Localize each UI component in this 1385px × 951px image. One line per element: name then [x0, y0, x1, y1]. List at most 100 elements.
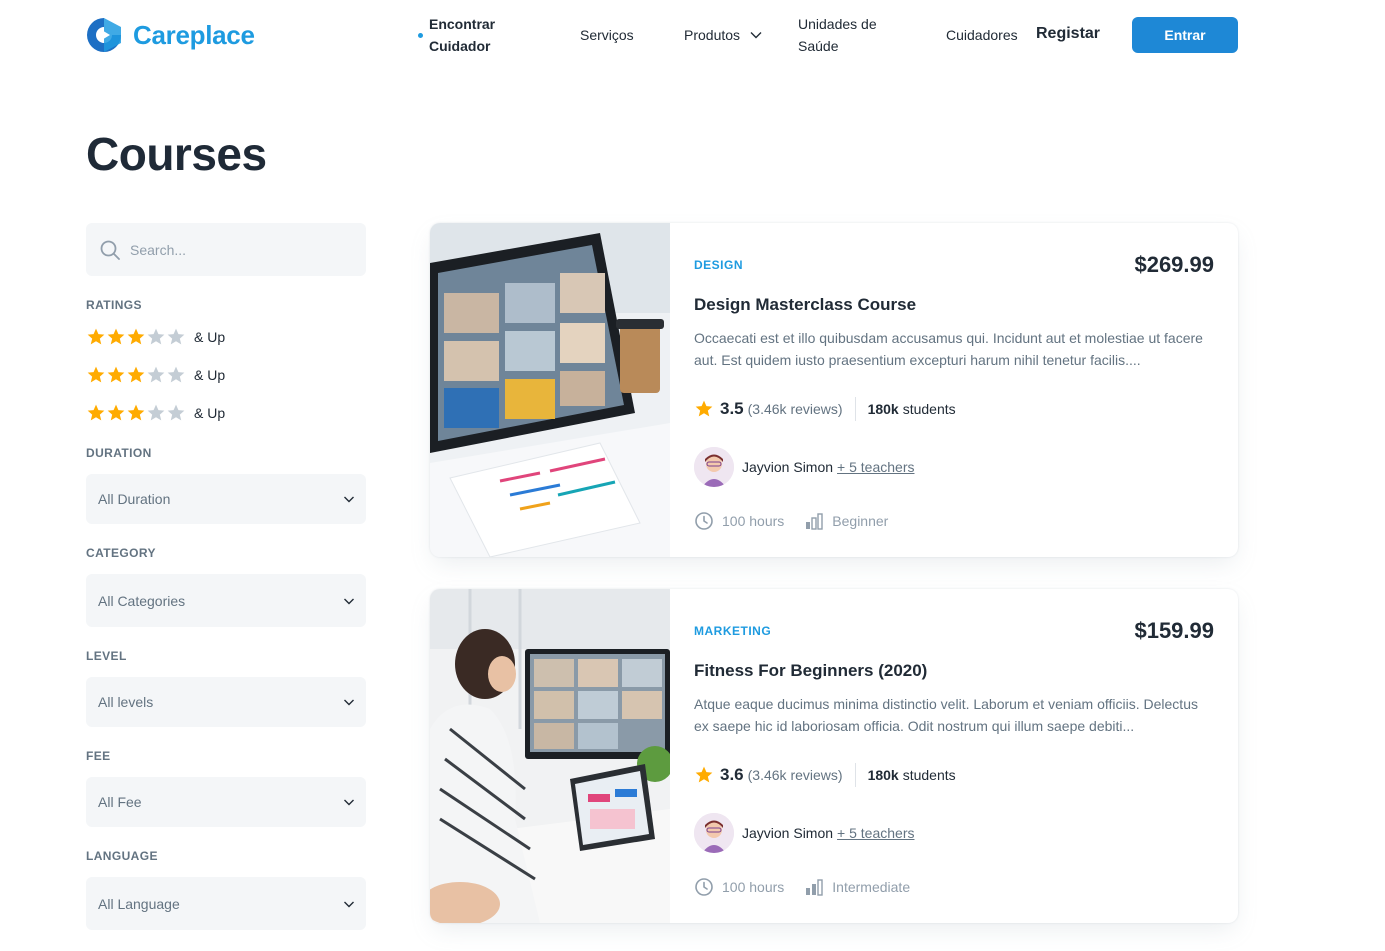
avatar — [694, 447, 734, 487]
star-filled-icon — [695, 400, 713, 417]
laptop-video-call-image — [430, 223, 670, 557]
level-select[interactable]: All levels — [86, 677, 366, 727]
star-empty-icon — [167, 366, 185, 383]
woman-video-meeting-image — [430, 589, 670, 923]
brand-logo[interactable]: Careplace — [86, 17, 255, 53]
chevron-down-icon — [344, 496, 354, 503]
star-empty-icon — [147, 404, 165, 421]
duration-select[interactable]: All Duration — [86, 474, 366, 524]
register-link[interactable]: Registar — [1036, 23, 1100, 45]
category-select[interactable]: All Categories — [86, 574, 366, 627]
level-bars-icon — [806, 879, 823, 896]
rating-filter-option[interactable]: & Up — [86, 403, 225, 423]
students-count: 180k — [867, 401, 899, 417]
language-select[interactable]: All Language — [86, 877, 366, 930]
category-label: CATEGORY — [86, 546, 156, 560]
level-bars-icon — [806, 513, 823, 530]
nav-produtos[interactable]: Produtos — [684, 24, 762, 46]
star-empty-icon — [167, 328, 185, 345]
course-thumbnail — [430, 223, 670, 557]
chevron-down-icon — [344, 799, 354, 806]
duration-label: DURATION — [86, 446, 152, 460]
chevron-down-icon — [344, 699, 354, 706]
course-hours: 100 hours — [722, 879, 785, 895]
careplace-logo-icon — [87, 18, 121, 52]
chevron-down-icon — [344, 901, 354, 907]
course-rating: 3.6 — [720, 765, 744, 784]
level-label: LEVEL — [86, 649, 127, 663]
course-card[interactable]: MARKETING $159.99 Fitness For Beginners … — [430, 589, 1238, 923]
course-card[interactable]: DESIGN $269.99 Design Masterclass Course… — [430, 223, 1238, 557]
stats-divider — [854, 397, 856, 421]
course-price: $269.99 — [1134, 252, 1214, 277]
star-filled-icon — [127, 328, 145, 345]
teacher-name: Jayvion Simon — [742, 459, 834, 475]
stats-divider — [854, 763, 856, 787]
brand-name: Careplace — [133, 19, 255, 50]
clock-icon — [695, 512, 713, 530]
course-meta: 100 hours Intermediate — [694, 877, 910, 897]
course-title[interactable]: Fitness For Beginners (2020) — [694, 661, 927, 681]
students-label: students — [902, 401, 956, 417]
level-select-value: All levels — [98, 694, 154, 710]
nav-unidades-de-saude[interactable]: Unidades de Saúde — [798, 13, 877, 57]
rating-filter-option[interactable]: & Up — [86, 365, 225, 385]
course-hours: 100 hours — [722, 513, 785, 529]
star-filled-icon — [695, 766, 713, 783]
fee-select[interactable]: All Fee — [86, 777, 366, 827]
course-stats: 3.6 (3.46k reviews) 180k students — [694, 763, 956, 787]
star-filled-icon — [107, 404, 125, 421]
more-teachers-link[interactable]: + 5 teachers — [837, 825, 914, 841]
site-header: Careplace Encontrar Cuidador Serviços Pr… — [0, 0, 1385, 70]
course-description: Atque eaque ducimus minima distinctio ve… — [694, 696, 1198, 734]
avatar — [694, 813, 734, 853]
course-thumbnail — [430, 589, 670, 923]
fee-label: FEE — [86, 749, 111, 763]
star-filled-icon — [87, 328, 105, 345]
course-price: $159.99 — [1134, 618, 1214, 643]
nav-encontrar-cuidador[interactable]: Encontrar Cuidador — [429, 13, 495, 57]
rating-suffix: & Up — [194, 367, 226, 383]
star-filled-icon — [127, 404, 145, 421]
page-title: Courses — [86, 128, 267, 180]
course-teacher: Jayvion Simon + 5 teachers — [694, 447, 914, 487]
clock-icon — [695, 878, 713, 896]
language-select-value: All Language — [98, 895, 180, 912]
course-stats: 3.5 (3.46k reviews) 180k students — [694, 397, 956, 421]
fee-select-value: All Fee — [98, 794, 142, 810]
course-rating: 3.5 — [720, 399, 744, 418]
chevron-down-icon — [344, 598, 354, 604]
students-label: students — [902, 767, 956, 783]
course-category: MARKETING — [694, 624, 772, 638]
students-count: 180k — [867, 767, 899, 783]
nav-produtos-label: Produtos — [684, 27, 741, 43]
course-reviews: (3.46k reviews) — [747, 401, 843, 417]
star-empty-icon — [167, 404, 185, 421]
active-nav-indicator — [418, 33, 423, 38]
course-title[interactable]: Design Masterclass Course — [694, 295, 916, 315]
category-select-value: All Categories — [98, 592, 186, 609]
nav-servicos[interactable]: Serviços — [580, 24, 634, 46]
course-reviews: (3.46k reviews) — [747, 767, 843, 783]
course-category: DESIGN — [694, 258, 744, 272]
search-input[interactable] — [130, 241, 350, 258]
course-description: Occaecati est et illo quibusdam accusamu… — [694, 330, 1203, 368]
rating-suffix: & Up — [194, 329, 226, 345]
star-empty-icon — [147, 328, 165, 345]
star-filled-icon — [127, 366, 145, 383]
login-button[interactable]: Entrar — [1132, 17, 1238, 53]
star-filled-icon — [107, 328, 125, 345]
language-label: LANGUAGE — [86, 849, 158, 863]
duration-select-value: All Duration — [98, 491, 171, 507]
star-empty-icon — [147, 366, 165, 383]
course-level: Intermediate — [832, 879, 911, 895]
rating-filter-option[interactable]: & Up — [86, 327, 225, 347]
star-filled-icon — [87, 404, 105, 421]
rating-suffix: & Up — [194, 405, 226, 421]
search-box[interactable] — [86, 223, 366, 276]
teacher-name: Jayvion Simon — [742, 825, 834, 841]
nav-cuidadores[interactable]: Cuidadores — [946, 24, 1018, 46]
star-filled-icon — [87, 366, 105, 383]
more-teachers-link[interactable]: + 5 teachers — [837, 459, 914, 475]
course-teacher: Jayvion Simon + 5 teachers — [694, 813, 914, 853]
